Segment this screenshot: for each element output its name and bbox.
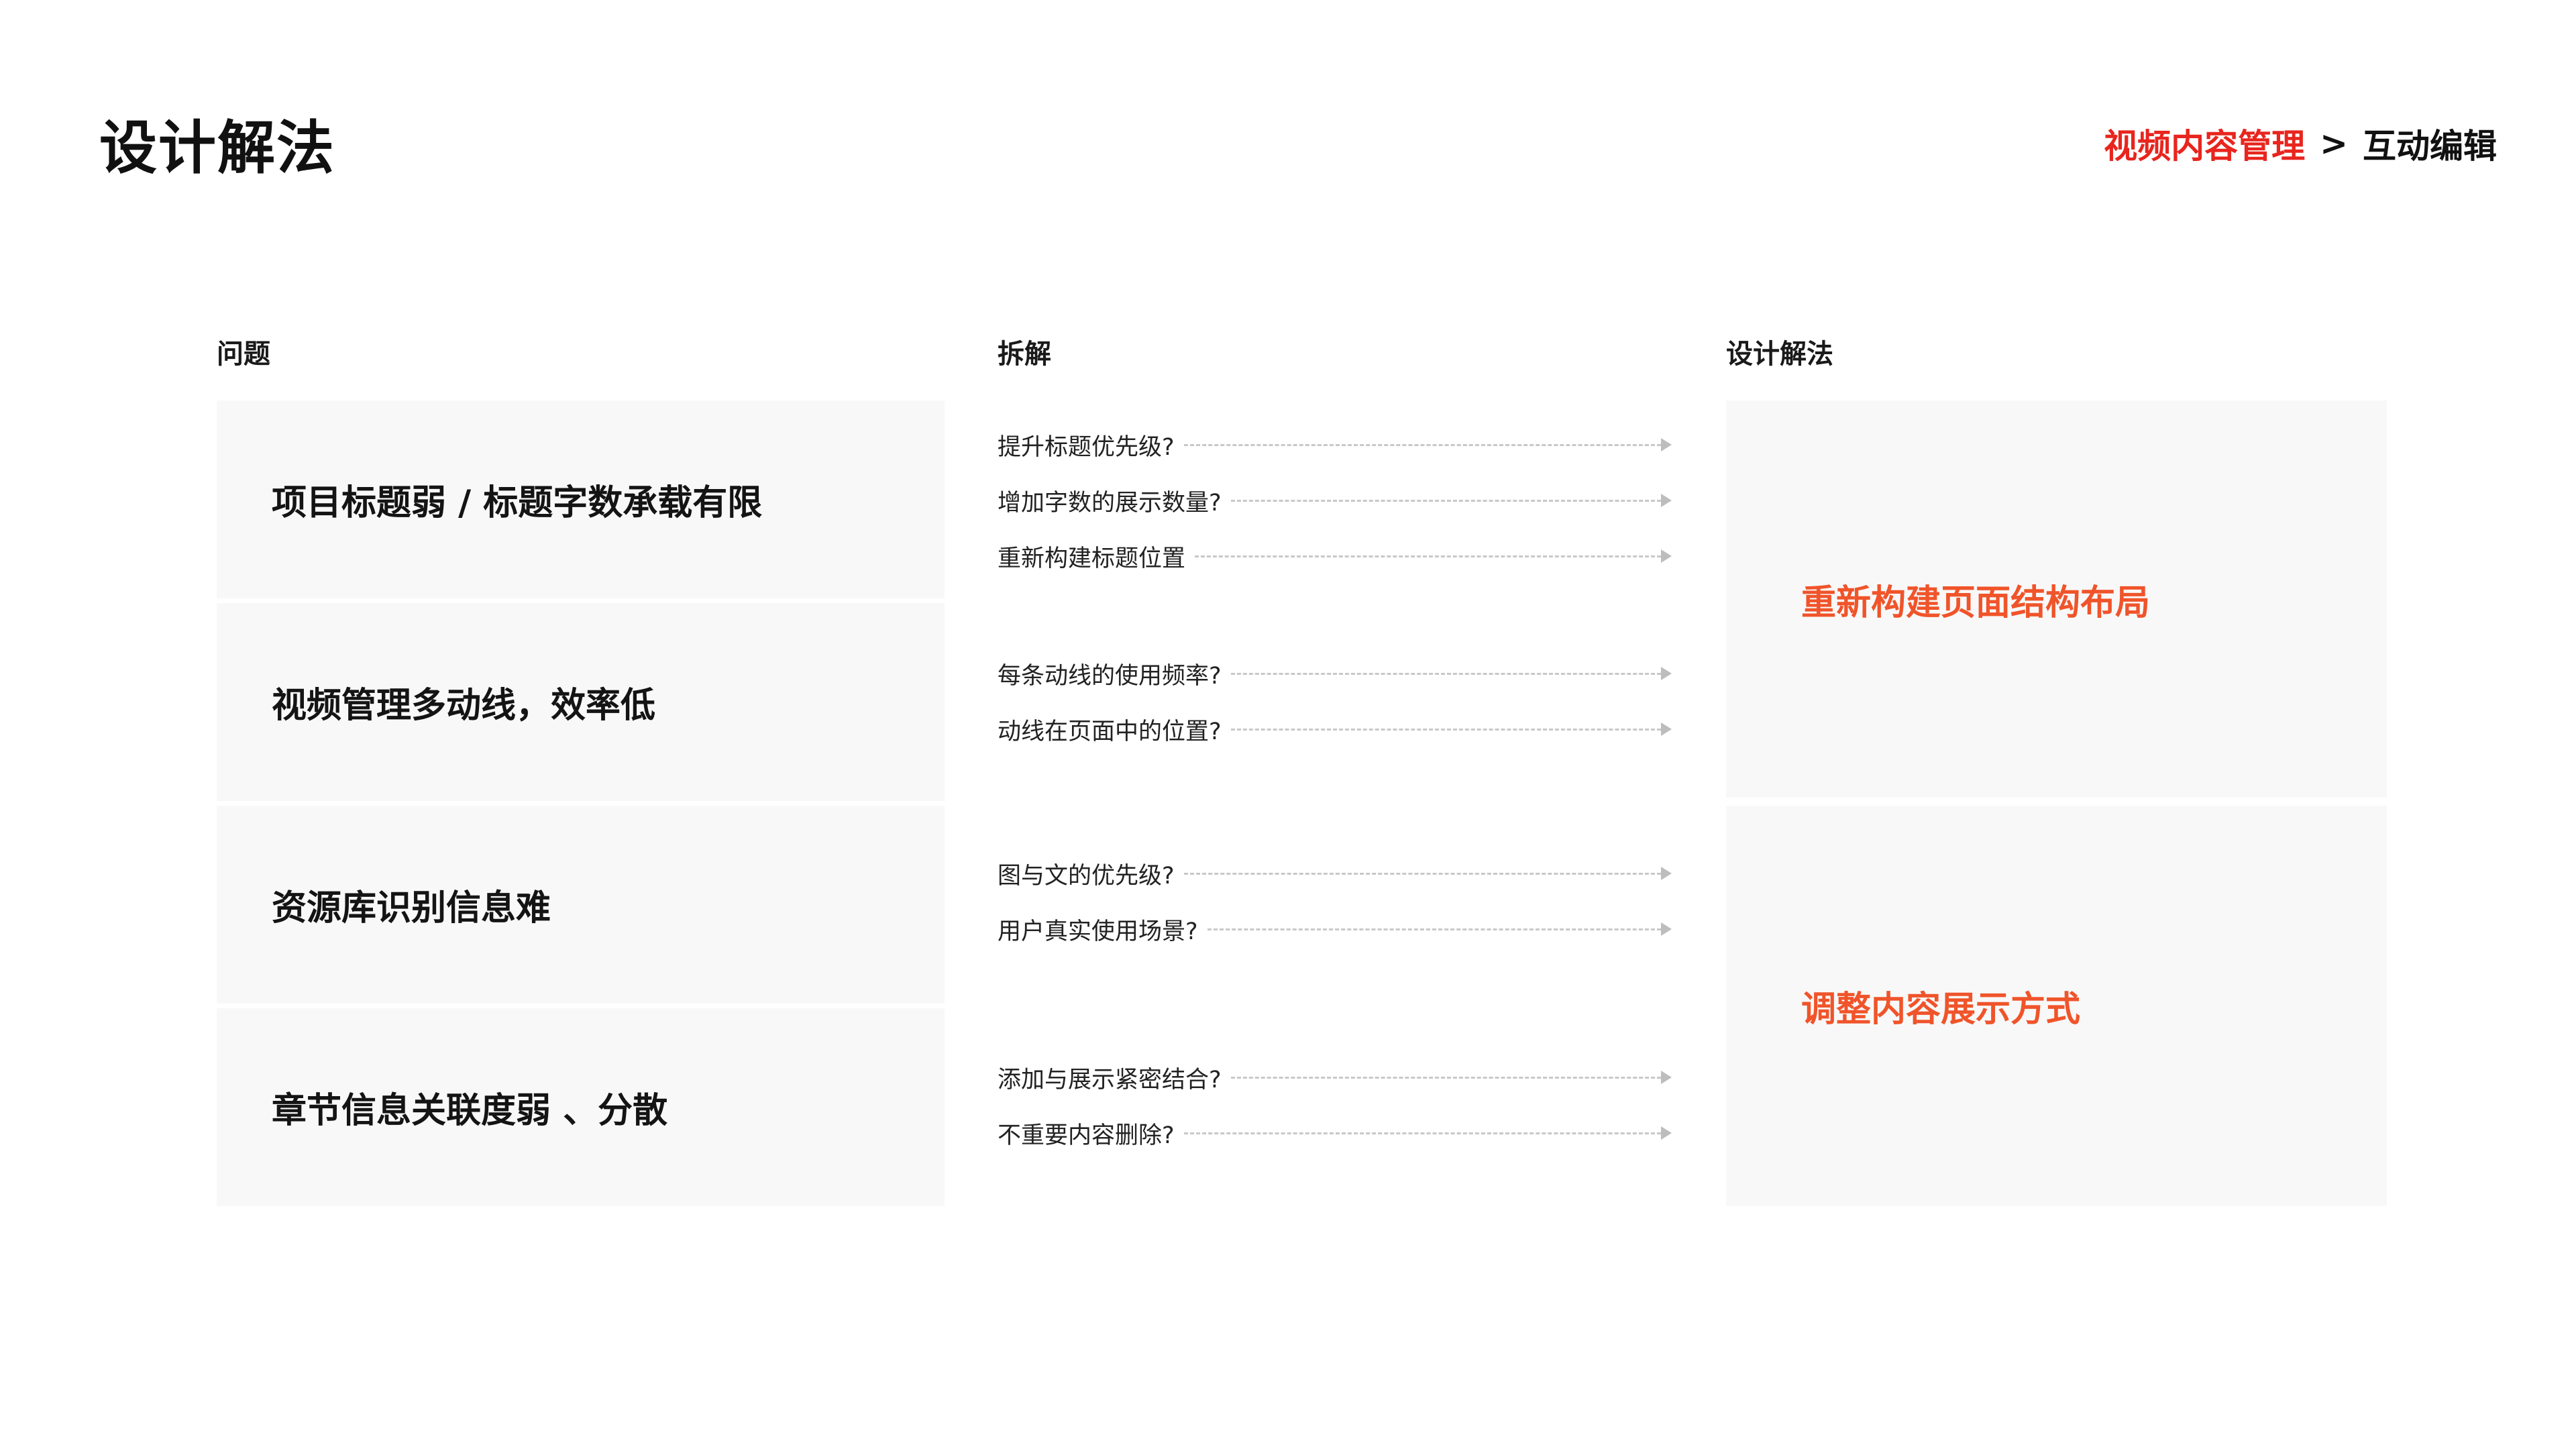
arrow-right-icon [1661,667,1672,680]
dashed-connector [1230,499,1661,502]
solution-text: 调整内容展示方式 [1801,989,2081,1030]
arrow-right-icon [1661,494,1672,507]
dashed-connector [1207,928,1661,930]
column-header-solution: 设计解法 [1726,339,1833,370]
arrow-right-icon [1661,1126,1672,1140]
question-row: 提升标题优先级? [998,425,1672,465]
arrow-right-icon [1661,867,1672,880]
problem-text: 视频管理多动线，效率低 [272,686,656,726]
problem-card: 章节信息关联度弱 、分散 [217,1008,945,1206]
breadcrumb: 视频内容管理 > 互动编辑 [2104,119,2497,168]
question-row: 添加与展示紧密结合? [998,1057,1672,1097]
question-text: 添加与展示紧密结合? [998,1066,1222,1093]
question-row: 增加字数的展示数量? [998,480,1672,521]
problem-text: 章节信息关联度弱 、分散 [272,1091,668,1131]
dashed-connector [1230,728,1661,731]
question-text: 不重要内容删除? [998,1122,1175,1149]
arrow-right-icon [1661,549,1672,563]
question-text: 增加字数的展示数量? [998,489,1222,517]
problem-card: 资源库识别信息难 [217,806,945,1004]
question-text: 重新构建标题位置 [998,545,1186,572]
question-row: 动线在页面中的位置? [998,709,1672,749]
question-row: 图与文的优先级? [998,853,1672,894]
question-row: 每条动线的使用频率? [998,653,1672,694]
problem-text: 资源库识别信息难 [272,888,551,928]
dashed-connector [1230,672,1661,675]
breadcrumb-separator: > [2320,124,2348,163]
arrow-right-icon [1661,1071,1672,1084]
solution-card: 重新构建页面结构布局 [1726,400,2387,798]
column-header-breakdown: 拆解 [998,339,1051,370]
dashed-connector [1183,443,1661,446]
column-header-problem: 问题 [217,339,270,370]
problem-card: 视频管理多动线，效率低 [217,603,945,801]
breadcrumb-item-current: 互动编辑 [2363,127,2497,166]
dashed-connector [1195,555,1661,557]
dashed-connector [1230,1076,1661,1079]
dashed-connector [1183,872,1661,875]
problem-card: 项目标题弱 / 标题字数承载有限 [217,400,945,598]
question-row: 不重要内容删除? [998,1113,1672,1153]
question-text: 图与文的优先级? [998,862,1175,890]
page-title: 设计解法 [99,115,335,182]
arrow-right-icon [1661,922,1672,936]
dashed-connector [1183,1132,1661,1134]
question-row: 用户真实使用场景? [998,909,1672,949]
question-text: 每条动线的使用频率? [998,662,1222,690]
question-text: 用户真实使用场景? [998,918,1198,945]
arrow-right-icon [1661,438,1672,451]
question-row: 重新构建标题位置 [998,536,1672,576]
solution-card: 调整内容展示方式 [1726,806,2387,1206]
breadcrumb-item-video-content[interactable]: 视频内容管理 [2104,119,2305,168]
slide: 设计解法 视频内容管理 > 互动编辑 问题 拆解 设计解法 项目标题弱 / 标题… [0,0,2576,1449]
question-text: 提升标题优先级? [998,433,1175,461]
problem-text: 项目标题弱 / 标题字数承载有限 [272,483,763,523]
question-text: 动线在页面中的位置? [998,718,1222,745]
arrow-right-icon [1661,722,1672,736]
solution-text: 重新构建页面结构布局 [1801,582,2151,623]
